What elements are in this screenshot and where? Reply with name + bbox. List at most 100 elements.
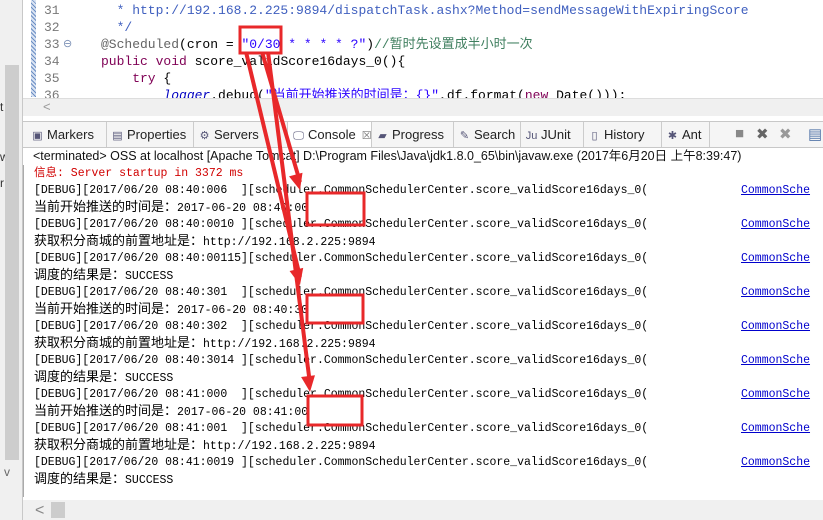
console-value: http://192.168.2.225:9894 [203,236,376,249]
code-text: */ [101,19,133,37]
console-value: http://192.168.2.225:9894 [203,338,376,351]
left-panel-fragment: t [0,100,4,114]
ant-icon: ✱ [667,130,678,142]
code-line: 35 try { [23,70,823,88]
code-token: */ [101,20,133,35]
source-link[interactable]: CommonSche [741,420,810,437]
console-line: [DEBUG][2017/06/20 08:40:00115][schedule… [34,250,823,267]
console-line: [DEBUG][2017/06/20 08:40:006 ][scheduler… [34,182,823,199]
console-line: 获取积分商城的前置地址是：http://192.168.2.225:9894 [34,437,823,454]
console-text: [DEBUG][2017/06/20 08:41:001 ][scheduler… [34,422,649,435]
console-text: [DEBUG][2017/06/20 08:40:006 ][scheduler… [34,184,649,197]
remove-launch-icon[interactable]: ✖ [756,125,769,143]
line-number: 32 [44,20,60,35]
progress-icon: ▰ [378,130,387,142]
console-text: [DEBUG][2017/06/20 08:41:0019 ][schedule… [34,456,649,469]
code-text: @Scheduled(cron = "0/30 * * * * ?")//暂时先… [101,36,533,54]
console-value: 2017-06-20 08:40:00 [177,202,309,215]
tab-label: Markers [47,127,94,142]
code-token: { [163,71,172,86]
markers-icon: ▣ [32,130,43,142]
console-menu-icon[interactable]: ▤ [808,125,822,143]
tab-history[interactable]: ▯ History [584,122,662,147]
console-label: 调度的结果是： [34,370,126,385]
junit-icon: Ju [525,130,538,142]
servers-icon: ⚙ [199,130,210,142]
source-link[interactable]: CommonSche [741,250,810,267]
left-panel-scrollbar[interactable] [5,65,19,460]
console-line: 获取积分商城的前置地址是：http://192.168.2.225:9894 [34,335,823,352]
console-text: [DEBUG][2017/06/20 08:40:301 ][scheduler… [34,286,649,299]
code-token: score_validScore16days_0(){ [194,54,406,69]
console-label: 调度的结果是： [34,268,126,283]
console-text: [DEBUG][2017/06/20 08:40:00115][schedule… [34,252,649,265]
tab-label: Search [474,127,516,142]
code-text: * http://192.168.2.225:9894/dispatchTask… [101,2,749,20]
console-text: 信息: Server startup in 3372 ms [34,167,244,180]
console-process-header: <terminated> OSS at localhost [Apache To… [33,149,742,163]
console-label: 获取积分商城的前置地址是： [34,234,204,249]
source-link[interactable]: CommonSche [741,182,810,199]
tab-label: Ant [682,127,702,142]
editor-horizontal-scrollbar[interactable]: < [23,98,823,116]
remove-all-icon[interactable]: ✖ [779,125,792,143]
code-text: try { [101,70,171,88]
console-horizontal-scrollbar[interactable]: < [23,500,823,520]
console-value: SUCCESS [125,270,174,283]
console-value: http://192.168.2.225:9894 [203,440,376,453]
fold-icon[interactable]: ⊖ [63,36,72,54]
code-token: ) [366,37,375,52]
console-text: [DEBUG][2017/06/20 08:40:0010 ][schedule… [34,218,649,231]
console-line: 当前开始推送的时间是：2017-06-20 08:40:30 [34,301,823,318]
tab-servers[interactable]: ⚙ Servers [194,122,288,147]
source-link[interactable]: CommonSche [741,216,810,233]
left-panel-fragment: r [0,176,4,190]
scroll-down-icon[interactable]: v [4,465,10,479]
code-token: "0/30 * * * * ?" [241,37,367,52]
history-icon: ▯ [591,130,598,142]
tab-progress[interactable]: ▰ Progress [372,122,454,147]
source-link[interactable]: CommonSche [741,318,810,335]
scroll-left-icon[interactable]: < [35,502,44,520]
code-line: 32 */ [23,19,823,37]
view-tabs: ■ ✖ ✖ ▤ ▣ Markers ▤ Properties ⚙ Servers 🖵 Cons… [23,121,823,148]
tab-markers[interactable]: ▣ Markers [27,122,107,147]
tab-ant[interactable]: ✱ Ant [662,122,710,147]
console-text: [DEBUG][2017/06/20 08:40:3014 ][schedule… [34,354,649,367]
source-link[interactable]: CommonSche [741,352,810,369]
console-line: 获取积分商城的前置地址是：http://192.168.2.225:9894 [34,233,823,250]
console-value: SUCCESS [125,372,174,385]
console-line: [DEBUG][2017/06/20 08:41:0019 ][schedule… [34,454,823,471]
source-link[interactable]: CommonSche [741,284,810,301]
console-label: 获取积分商城的前置地址是： [34,438,204,453]
tab-junit[interactable]: Ju JUnit [521,122,584,147]
code-line: 31 * http://192.168.2.225:9894/dispatchT… [23,2,823,20]
search-icon: ✎ [459,130,470,142]
code-token: * http://192.168.2.225:9894/dispatchTask… [101,3,749,18]
close-tab-icon[interactable]: ☒ [362,130,372,142]
console-label: 当前开始推送的时间是： [34,404,178,419]
console-icon: 🖵 [293,130,304,142]
source-link[interactable]: CommonSche [741,386,810,403]
tab-label: Properties [127,127,187,142]
tab-console[interactable]: 🖵 Console ☒ [288,122,372,147]
console-value: 2017-06-20 08:41:00 [177,406,309,419]
console-line: 当前开始推送的时间是：2017-06-20 08:41:00 [34,403,823,420]
console-line: [DEBUG][2017/06/20 08:40:0010 ][schedule… [34,216,823,233]
line-number: 34 [44,54,60,69]
console-line: [DEBUG][2017/06/20 08:40:302 ][scheduler… [34,318,823,335]
source-link[interactable]: CommonSche [741,454,810,471]
tab-label: Servers [214,127,259,142]
console-line: [DEBUG][2017/06/20 08:40:3014 ][schedule… [34,352,823,369]
tab-properties[interactable]: ▤ Properties [107,122,194,147]
console-text: [DEBUG][2017/06/20 08:40:302 ][scheduler… [34,320,649,333]
scroll-left-icon[interactable]: < [43,99,51,114]
stop-icon[interactable]: ■ [735,125,744,142]
tab-search[interactable]: ✎ Search [454,122,521,147]
tab-label: Progress [392,127,445,142]
code-line: 33 @Scheduled(cron = "0/30 * * * * ?")//暂… [23,36,823,54]
console-output[interactable]: 信息: Server startup in 3372 ms [DEBUG][201… [23,165,823,497]
scrollbar-thumb[interactable] [51,502,65,518]
console-line: [DEBUG][2017/06/20 08:41:001 ][scheduler… [34,420,823,437]
properties-icon: ▤ [112,130,123,142]
